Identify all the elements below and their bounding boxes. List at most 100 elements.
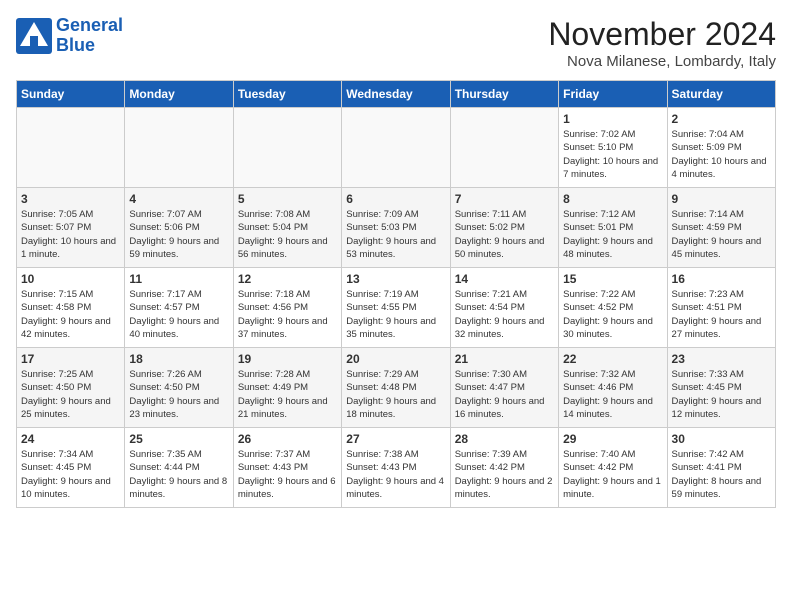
day-info: Sunrise: 7:18 AM Sunset: 4:56 PM Dayligh… — [238, 288, 337, 341]
month-title: November 2024 — [548, 16, 776, 53]
day-info: Sunrise: 7:25 AM Sunset: 4:50 PM Dayligh… — [21, 368, 120, 421]
calendar-cell: 21Sunrise: 7:30 AM Sunset: 4:47 PM Dayli… — [450, 348, 558, 428]
header: General Blue November 2024 Nova Milanese… — [16, 16, 776, 70]
day-info: Sunrise: 7:07 AM Sunset: 5:06 PM Dayligh… — [129, 208, 228, 261]
calendar-cell: 12 Sunrise: 7:18 AM Sunset: 4:56 PM Dayli… — [233, 268, 341, 348]
calendar-cell: 26Sunrise: 7:37 AM Sunset: 4:43 PM Dayli… — [233, 428, 341, 508]
calendar-header-row: SundayMondayTuesdayWednesdayThursdayFrid… — [17, 81, 776, 108]
day-number: 27 — [346, 432, 445, 446]
day-number: 20 — [346, 352, 445, 366]
day-info: Sunrise: 7:11 AM Sunset: 5:02 PM Dayligh… — [455, 208, 554, 261]
day-info: Sunrise: 7:32 AM Sunset: 4:46 PM Dayligh… — [563, 368, 662, 421]
calendar-cell: 9 Sunrise: 7:14 AM Sunset: 4:59 PM Daylig… — [667, 188, 775, 268]
calendar-cell: 16 Sunrise: 7:23 AM Sunset: 4:51 PM Dayli… — [667, 268, 775, 348]
day-header-friday: Friday — [559, 81, 667, 108]
day-number: 22 — [563, 352, 662, 366]
day-info: Sunrise: 7:14 AM Sunset: 4:59 PM Dayligh… — [672, 208, 771, 261]
day-info: Sunrise: 7:15 AM Sunset: 4:58 PM Dayligh… — [21, 288, 120, 341]
calendar-cell: 1 Sunrise: 7:02 AM Sunset: 5:10 PM Daylig… — [559, 108, 667, 188]
day-number: 21 — [455, 352, 554, 366]
calendar-table: SundayMondayTuesdayWednesdayThursdayFrid… — [16, 80, 776, 508]
calendar-cell: 25 Sunrise: 7:35 AM Sunset: 4:44 PM Dayli… — [125, 428, 233, 508]
day-info: Sunrise: 7:19 AM Sunset: 4:55 PM Dayligh… — [346, 288, 445, 341]
calendar-cell — [17, 108, 125, 188]
week-row-3: 10 Sunrise: 7:15 AM Sunset: 4:58 PM Dayli… — [17, 268, 776, 348]
day-number: 2 — [672, 112, 771, 126]
day-number: 23 — [672, 352, 771, 366]
day-info: Sunrise: 7:05 AM Sunset: 5:07 PM Dayligh… — [21, 208, 120, 261]
calendar-cell: 10 Sunrise: 7:15 AM Sunset: 4:58 PM Dayli… — [17, 268, 125, 348]
calendar-cell: 23Sunrise: 7:33 AM Sunset: 4:45 PM Dayli… — [667, 348, 775, 428]
day-number: 18 — [129, 352, 228, 366]
calendar-cell: 22 Sunrise: 7:32 AM Sunset: 4:46 PM Dayli… — [559, 348, 667, 428]
calendar-cell: 18 Sunrise: 7:26 AM Sunset: 4:50 PM Dayli… — [125, 348, 233, 428]
logo-icon — [16, 18, 52, 54]
calendar-cell: 2 Sunrise: 7:04 AM Sunset: 5:09 PM Daylig… — [667, 108, 775, 188]
day-number: 17 — [21, 352, 120, 366]
day-header-monday: Monday — [125, 81, 233, 108]
day-header-thursday: Thursday — [450, 81, 558, 108]
day-number: 3 — [21, 192, 120, 206]
logo: General Blue — [16, 16, 123, 56]
day-number: 5 — [238, 192, 337, 206]
calendar-cell: 29 Sunrise: 7:40 AM Sunset: 4:42 PM Dayli… — [559, 428, 667, 508]
day-number: 25 — [129, 432, 228, 446]
calendar-cell: 15Sunrise: 7:22 AM Sunset: 4:52 PM Dayli… — [559, 268, 667, 348]
day-info: Sunrise: 7:23 AM Sunset: 4:51 PM Dayligh… — [672, 288, 771, 341]
day-info: Sunrise: 7:26 AM Sunset: 4:50 PM Dayligh… — [129, 368, 228, 421]
logo-line1: General — [56, 15, 123, 35]
calendar-cell: 8Sunrise: 7:12 AM Sunset: 5:01 PM Daylig… — [559, 188, 667, 268]
calendar-cell — [233, 108, 341, 188]
day-number: 9 — [672, 192, 771, 206]
title-area: November 2024 Nova Milanese, Lombardy, I… — [548, 16, 776, 70]
calendar-cell: 24 Sunrise: 7:34 AM Sunset: 4:45 PM Dayli… — [17, 428, 125, 508]
day-number: 11 — [129, 272, 228, 286]
calendar-cell: 28Sunrise: 7:39 AM Sunset: 4:42 PM Dayli… — [450, 428, 558, 508]
calendar-cell: 3 Sunrise: 7:05 AM Sunset: 5:07 PM Daylig… — [17, 188, 125, 268]
day-number: 14 — [455, 272, 554, 286]
calendar-cell: 4 Sunrise: 7:07 AM Sunset: 5:06 PM Daylig… — [125, 188, 233, 268]
day-header-sunday: Sunday — [17, 81, 125, 108]
day-number: 6 — [346, 192, 445, 206]
day-number: 16 — [672, 272, 771, 286]
calendar-cell: 13Sunrise: 7:19 AM Sunset: 4:55 PM Dayli… — [342, 268, 450, 348]
day-info: Sunrise: 7:04 AM Sunset: 5:09 PM Dayligh… — [672, 128, 771, 181]
day-info: Sunrise: 7:39 AM Sunset: 4:42 PM Dayligh… — [455, 448, 554, 501]
location: Nova Milanese, Lombardy, Italy — [548, 53, 776, 70]
week-row-1: 1 Sunrise: 7:02 AM Sunset: 5:10 PM Daylig… — [17, 108, 776, 188]
day-number: 26 — [238, 432, 337, 446]
day-number: 19 — [238, 352, 337, 366]
day-header-saturday: Saturday — [667, 81, 775, 108]
calendar-cell — [450, 108, 558, 188]
day-number: 29 — [563, 432, 662, 446]
day-info: Sunrise: 7:08 AM Sunset: 5:04 PM Dayligh… — [238, 208, 337, 261]
week-row-4: 17 Sunrise: 7:25 AM Sunset: 4:50 PM Dayli… — [17, 348, 776, 428]
day-info: Sunrise: 7:42 AM Sunset: 4:41 PM Dayligh… — [672, 448, 771, 501]
day-info: Sunrise: 7:29 AM Sunset: 4:48 PM Dayligh… — [346, 368, 445, 421]
day-number: 7 — [455, 192, 554, 206]
day-info: Sunrise: 7:28 AM Sunset: 4:49 PM Dayligh… — [238, 368, 337, 421]
day-info: Sunrise: 7:40 AM Sunset: 4:42 PM Dayligh… — [563, 448, 662, 501]
day-info: Sunrise: 7:02 AM Sunset: 5:10 PM Dayligh… — [563, 128, 662, 181]
calendar-cell: 19 Sunrise: 7:28 AM Sunset: 4:49 PM Dayli… — [233, 348, 341, 428]
calendar-cell: 11 Sunrise: 7:17 AM Sunset: 4:57 PM Dayli… — [125, 268, 233, 348]
day-header-tuesday: Tuesday — [233, 81, 341, 108]
day-info: Sunrise: 7:22 AM Sunset: 4:52 PM Dayligh… — [563, 288, 662, 341]
calendar-cell: 6 Sunrise: 7:09 AM Sunset: 5:03 PM Daylig… — [342, 188, 450, 268]
day-info: Sunrise: 7:34 AM Sunset: 4:45 PM Dayligh… — [21, 448, 120, 501]
day-info: Sunrise: 7:09 AM Sunset: 5:03 PM Dayligh… — [346, 208, 445, 261]
calendar-cell: 5 Sunrise: 7:08 AM Sunset: 5:04 PM Daylig… — [233, 188, 341, 268]
calendar-cell: 17 Sunrise: 7:25 AM Sunset: 4:50 PM Dayli… — [17, 348, 125, 428]
calendar-cell — [342, 108, 450, 188]
day-number: 12 — [238, 272, 337, 286]
day-number: 1 — [563, 112, 662, 126]
week-row-2: 3 Sunrise: 7:05 AM Sunset: 5:07 PM Daylig… — [17, 188, 776, 268]
day-number: 10 — [21, 272, 120, 286]
day-info: Sunrise: 7:17 AM Sunset: 4:57 PM Dayligh… — [129, 288, 228, 341]
day-number: 4 — [129, 192, 228, 206]
day-number: 24 — [21, 432, 120, 446]
day-number: 30 — [672, 432, 771, 446]
day-info: Sunrise: 7:35 AM Sunset: 4:44 PM Dayligh… — [129, 448, 228, 501]
week-row-5: 24 Sunrise: 7:34 AM Sunset: 4:45 PM Dayli… — [17, 428, 776, 508]
calendar-cell: 14Sunrise: 7:21 AM Sunset: 4:54 PM Dayli… — [450, 268, 558, 348]
